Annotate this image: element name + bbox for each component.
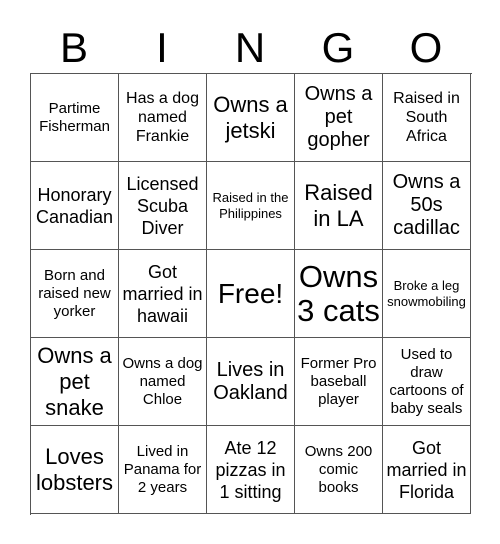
bingo-cell[interactable]: Owns a pet gopher: [295, 74, 383, 162]
header-letter-g: G: [321, 24, 355, 71]
bingo-cell[interactable]: Lives in Oakland: [207, 338, 295, 426]
bingo-cell[interactable]: Has a dog named Frankie: [119, 74, 207, 162]
bingo-grid: Partime Fisherman Has a dog named Franki…: [30, 73, 472, 515]
free-space-cell[interactable]: Free!: [207, 250, 295, 338]
bingo-cell[interactable]: Broke a leg snowmobiling: [383, 250, 471, 338]
header-letter-i: I: [156, 24, 168, 71]
bingo-cell[interactable]: Owns a pet snake: [31, 338, 119, 426]
bingo-cell[interactable]: Ate 12 pizzas in 1 sitting: [207, 426, 295, 514]
bingo-cell[interactable]: Used to draw cartoons of baby seals: [383, 338, 471, 426]
bingo-cell[interactable]: Owns a 50s cadillac: [383, 162, 471, 250]
bingo-cell[interactable]: Got married in Florida: [383, 426, 471, 514]
bingo-cell[interactable]: Owns a jetski: [207, 74, 295, 162]
header-letter-n: N: [234, 24, 266, 71]
bingo-cell[interactable]: Born and raised new yorker: [31, 250, 119, 338]
bingo-cell[interactable]: Loves lobsters: [31, 426, 119, 514]
bingo-cell[interactable]: Owns 200 comic books: [295, 426, 383, 514]
bingo-cell[interactable]: Raised in South Africa: [383, 74, 471, 162]
bingo-cell[interactable]: Partime Fisherman: [31, 74, 119, 162]
bingo-cell[interactable]: Former Pro baseball player: [295, 338, 383, 426]
header-letter-o: O: [409, 24, 443, 71]
bingo-cell[interactable]: Licensed Scuba Diver: [119, 162, 207, 250]
bingo-cell[interactable]: Got married in hawaii: [119, 250, 207, 338]
bingo-cell[interactable]: Owns a dog named Chloe: [119, 338, 207, 426]
bingo-cell[interactable]: Owns 3 cats: [295, 250, 383, 338]
header-letter-b: B: [59, 24, 88, 71]
bingo-cell[interactable]: Lived in Panama for 2 years: [119, 426, 207, 514]
bingo-cell[interactable]: Honorary Canadian: [31, 162, 119, 250]
bingo-cell[interactable]: Raised in the Philippines: [207, 162, 295, 250]
bingo-cell[interactable]: Raised in LA: [295, 162, 383, 250]
bingo-header: B I N G O: [30, 22, 470, 74]
